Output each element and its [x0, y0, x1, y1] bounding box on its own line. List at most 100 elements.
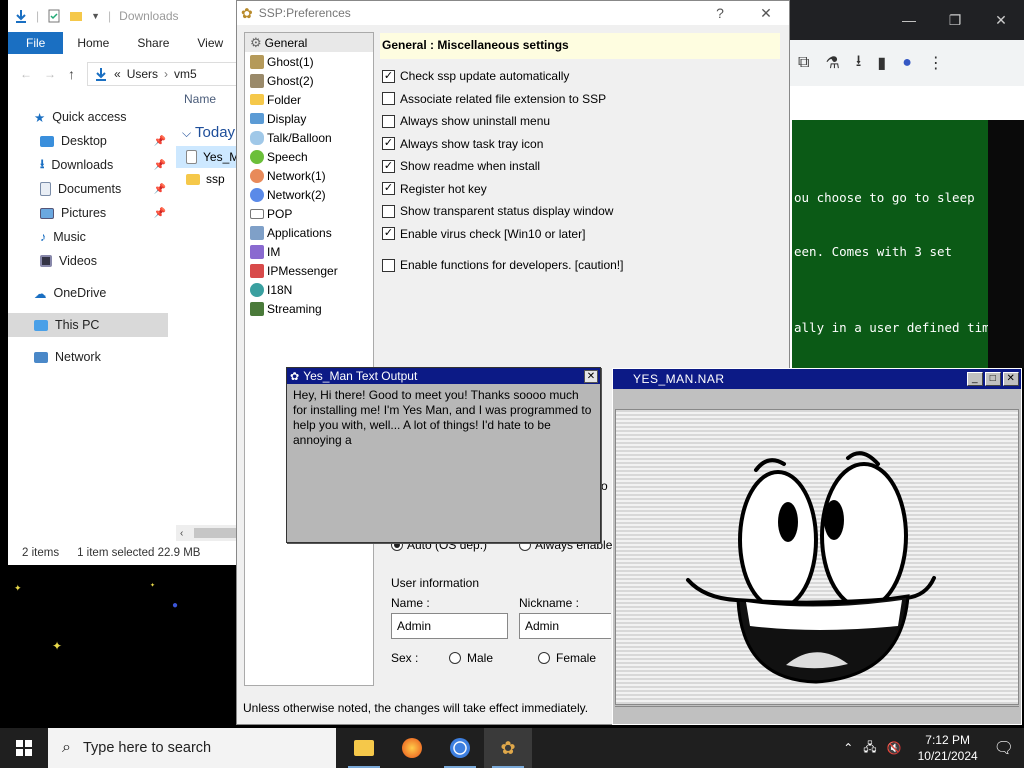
nav-network[interactable]: Network	[8, 345, 168, 369]
column-header-name[interactable]: Name	[176, 92, 237, 112]
tree-item-network1[interactable]: Network(1)	[245, 166, 373, 185]
checkbox[interactable]: ✓	[382, 227, 395, 241]
address-part[interactable]: Users	[127, 67, 158, 81]
tree-item-talk-balloon[interactable]: Talk/Balloon	[245, 128, 373, 147]
group-header-today[interactable]: ⌵ Today (	[176, 124, 237, 146]
tree-item-speech[interactable]: Speech	[245, 147, 373, 166]
checkbox[interactable]: ✓	[382, 182, 395, 196]
restore-icon[interactable]: ❐	[932, 12, 978, 29]
checkbox[interactable]: ✓	[382, 69, 395, 83]
tree-item-applications[interactable]: Applications	[245, 223, 373, 242]
list-item[interactable]: ssp	[176, 168, 237, 190]
menu-icon[interactable]: ⋮	[928, 53, 944, 73]
checkbox[interactable]	[382, 204, 395, 218]
option-show-readme[interactable]: ✓ Show readme when install	[382, 155, 782, 178]
close-icon[interactable]: ✕	[584, 369, 598, 383]
option-task-tray[interactable]: ✓ Always show task tray icon	[382, 133, 782, 156]
labs-icon[interactable]: ⚗	[825, 53, 839, 73]
minimize-icon[interactable]: —	[886, 12, 932, 28]
option-developer-functions[interactable]: Enable functions for developers. [cautio…	[382, 254, 782, 277]
tab-view[interactable]: View	[183, 32, 237, 54]
back-icon[interactable]: ←	[20, 67, 32, 81]
close-icon[interactable]: ✕	[978, 12, 1024, 29]
tree-item-ghost1[interactable]: Ghost(1)	[245, 52, 373, 71]
up-icon[interactable]: ↑	[68, 66, 75, 82]
checkbox[interactable]	[382, 92, 395, 106]
nar-titlebar[interactable]: YES_MAN.NAR _ □ ✕	[613, 369, 1021, 389]
user-info-label: User information	[391, 576, 480, 590]
close-icon[interactable]: ✕	[743, 5, 789, 22]
horizontal-scrollbar[interactable]: ‹	[176, 525, 237, 541]
download-icon[interactable]: ⭳	[856, 50, 862, 77]
volume-muted-icon[interactable]: 🔇	[887, 741, 902, 755]
tree-item-im[interactable]: IM	[245, 242, 373, 261]
tab-file[interactable]: File	[8, 32, 64, 54]
checkbox[interactable]: ✓	[382, 137, 395, 151]
checkbox[interactable]: ✓	[382, 159, 395, 173]
clock[interactable]: 7:12 PM 10/21/2024	[912, 732, 984, 764]
nav-videos[interactable]: Videos	[8, 249, 168, 273]
checkbox[interactable]	[382, 114, 395, 128]
maximize-icon[interactable]: □	[985, 372, 1001, 386]
radio-button[interactable]	[449, 652, 461, 664]
nav-pictures[interactable]: Pictures 📌	[8, 201, 168, 225]
side-panel-icon[interactable]: ▮	[877, 53, 886, 73]
notification-icon[interactable]: 🗨	[994, 738, 1014, 758]
start-button[interactable]	[0, 728, 48, 768]
taskbar-search[interactable]: ⌕ Type here to search	[48, 728, 336, 768]
list-item[interactable]: Yes_Ma	[176, 146, 237, 168]
nav-onedrive[interactable]: ☁ OneDrive	[8, 281, 168, 305]
nickname-field[interactable]: Admin	[519, 613, 611, 639]
option-uninstall-menu[interactable]: Always show uninstall menu	[382, 110, 782, 133]
minimize-icon[interactable]: _	[967, 372, 983, 386]
network-icon[interactable]: 🖧	[863, 738, 876, 759]
tree-item-i18n[interactable]: I18N	[245, 280, 373, 299]
taskbar-chrome[interactable]	[436, 728, 484, 768]
address-field[interactable]: « Users › vm5	[87, 62, 237, 86]
address-part[interactable]: vm5	[174, 67, 197, 81]
help-icon[interactable]: ?	[697, 5, 743, 22]
properties-icon[interactable]	[47, 9, 61, 23]
tree-item-streaming[interactable]: Streaming	[245, 299, 373, 318]
nav-desktop[interactable]: Desktop 📌	[8, 129, 168, 153]
new-folder-icon[interactable]	[69, 9, 83, 23]
taskbar-firefox[interactable]	[388, 728, 436, 768]
tree-item-ghost2[interactable]: Ghost(2)	[245, 71, 373, 90]
name-field[interactable]: Admin	[391, 613, 508, 639]
qa-dropdown-icon[interactable]: ▼	[91, 11, 100, 21]
taskbar-file-explorer[interactable]	[340, 728, 388, 768]
tree-item-network2[interactable]: Network(2)	[245, 185, 373, 204]
nav-music[interactable]: ♪ Music	[8, 225, 168, 249]
option-associate-extension[interactable]: Associate related file extension to SSP	[382, 88, 782, 111]
nav-documents[interactable]: Documents 📌	[8, 177, 168, 201]
close-icon[interactable]: ✕	[1003, 372, 1019, 386]
option-check-update[interactable]: ✓ Check ssp update automatically	[382, 65, 782, 88]
profile-icon[interactable]: ●	[902, 54, 912, 72]
chevron-up-icon[interactable]: ⌃	[843, 741, 853, 755]
tree-item-folder[interactable]: Folder	[245, 90, 373, 109]
option-transparent-status[interactable]: Show transparent status display window	[382, 200, 782, 223]
option-hot-key[interactable]: ✓ Register hot key	[382, 178, 782, 201]
text-output-titlebar[interactable]: ✿ Yes_Man Text Output ✕	[287, 368, 600, 384]
radio-female[interactable]: Female	[538, 651, 596, 665]
nav-quick-access[interactable]: ★ Quick access	[8, 105, 168, 129]
tab-home[interactable]: Home	[63, 32, 123, 54]
tree-item-ipmessenger[interactable]: IPMessenger	[245, 261, 373, 280]
scroll-left-icon[interactable]: ‹	[180, 528, 183, 539]
nav-downloads[interactable]: ⭳ Downloads 📌	[8, 153, 168, 177]
checkbox[interactable]	[382, 258, 395, 272]
tab-share[interactable]: Share	[123, 32, 183, 54]
tree-item-general[interactable]: ⚙ General	[245, 33, 373, 52]
scroll-thumb[interactable]	[194, 528, 237, 538]
option-virus-check[interactable]: ✓ Enable virus check [Win10 or later]	[382, 223, 782, 246]
forward-icon[interactable]: →	[44, 67, 56, 81]
tree-label: Network(1)	[267, 168, 326, 183]
tree-item-display[interactable]: Display	[245, 109, 373, 128]
address-overflow[interactable]: «	[114, 67, 121, 81]
taskbar-ssp[interactable]: ✿	[484, 728, 532, 768]
radio-button[interactable]	[538, 652, 550, 664]
tree-item-pop[interactable]: POP	[245, 204, 373, 223]
extensions-icon[interactable]: ⧉	[798, 54, 809, 72]
nav-this-pc[interactable]: This PC	[8, 313, 168, 337]
radio-male[interactable]: Male	[449, 651, 493, 665]
